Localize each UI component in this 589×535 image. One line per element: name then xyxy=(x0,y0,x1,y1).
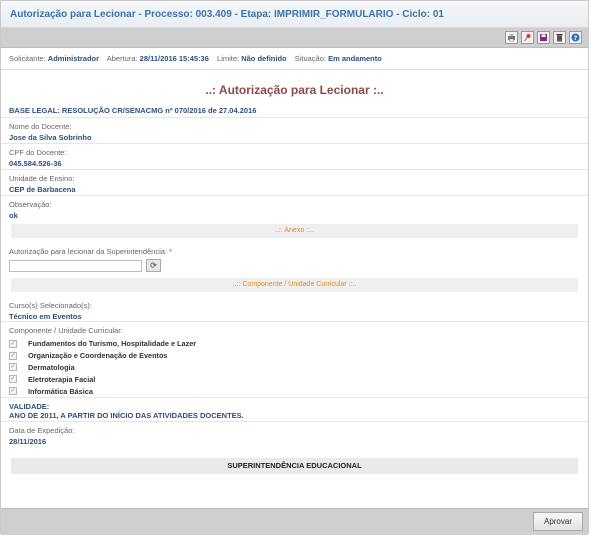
docente-value: Jose da Silva Sobrinho xyxy=(9,133,92,142)
situacao-value: Em andamento xyxy=(328,54,382,63)
list-item: ✓ Eletroterapia Facial xyxy=(9,374,96,384)
unidade-label: Unidade de Ensino: xyxy=(9,174,75,183)
window-title: Autorização para Lecionar - Processo: 00… xyxy=(10,9,444,20)
printer-icon[interactable] xyxy=(505,31,518,44)
observacao-value: ok xyxy=(9,211,18,220)
trash-icon[interactable] xyxy=(553,31,566,44)
checkbox[interactable]: ✓ xyxy=(9,387,17,396)
componente-list-label: Componente / Unidade Curricular: xyxy=(9,326,123,335)
anexo-section-header: ..:: Anexo ::.. xyxy=(11,224,578,238)
svg-text:?: ? xyxy=(574,35,578,42)
cpf-row: CPF do Docente: 045.584.526-36 xyxy=(1,144,588,170)
expedicao-row: Data de Expedição: 28/11/2016 xyxy=(1,422,588,458)
validade-title: VALIDADE: xyxy=(9,402,50,411)
docente-label: Nome do Docente: xyxy=(9,122,72,131)
title-bar: Autorização para Lecionar - Processo: 00… xyxy=(1,1,588,28)
attach-file-button[interactable]: ⟳ xyxy=(146,259,161,272)
process-info-bar: Solicitante: Administrador Abertura: 28/… xyxy=(1,48,588,70)
help-icon[interactable]: ? xyxy=(569,31,582,44)
abertura-value: 28/11/2016 15:45:36 xyxy=(139,54,209,63)
solicitante-label: Solicitante: xyxy=(9,54,46,63)
cursos-row: Curso(s) Selecionado(s): Técnico em Even… xyxy=(1,297,588,322)
expedicao-value: 28/11/2016 xyxy=(9,437,47,446)
unidade-value: CEP de Barbacena xyxy=(9,185,76,194)
expedicao-label: Data de Expedição: xyxy=(9,426,75,435)
abertura-label: Abertura: xyxy=(106,54,138,63)
limite-label: Limite: xyxy=(217,54,240,63)
componente-list-row: Componente / Unidade Curricular: ✓ Fundam… xyxy=(1,322,588,398)
superintendencia-box: SUPERINTENDÊNCIA EDUCACIONAL xyxy=(11,458,578,474)
base-legal: BASE LEGAL: RESOLUÇÃO CR/SENACMG nº 070/… xyxy=(9,106,257,115)
cpf-value: 045.584.526-36 xyxy=(9,159,62,168)
toolbar: ? xyxy=(1,28,588,48)
validade-row: VALIDADE: ANO DE 2011, A PARTIR DO INÍCI… xyxy=(1,398,588,422)
list-item: ✓ Organização e Coordenação de Eventos xyxy=(9,351,168,361)
footer-bar: Aprovar xyxy=(1,508,588,535)
anexo-row: Autorização para lecionar da Superintend… xyxy=(1,243,588,275)
save-icon[interactable] xyxy=(537,31,550,44)
cursos-label: Curso(s) Selecionado(s): xyxy=(9,301,92,310)
anexo-label: Autorização para lecionar da Superintend… xyxy=(9,247,173,256)
approve-button[interactable]: Aprovar xyxy=(533,512,583,531)
list-item: ✓ Informática Básica xyxy=(9,386,93,396)
unidade-row: Unidade de Ensino: CEP de Barbacena xyxy=(1,170,588,196)
list-item: ✓ Fundamentos do Turismo, Hospitalidade e… xyxy=(9,339,197,349)
docente-row: Nome do Docente: Jose da Silva Sobrinho xyxy=(1,118,588,144)
componente-section-header: ..:: Componente / Unidade Curricular ::.… xyxy=(11,278,578,292)
solicitante-value: Administrador xyxy=(47,54,100,63)
observacao-label: Observação: xyxy=(9,200,52,209)
checkbox[interactable]: ✓ xyxy=(9,351,17,360)
base-legal-row: BASE LEGAL: RESOLUÇÃO CR/SENACMG nº 070/… xyxy=(1,101,588,118)
checkbox[interactable]: ✓ xyxy=(9,375,17,384)
limite-value: Não definido xyxy=(241,54,287,63)
list-item: ✓ Dermatologia xyxy=(9,362,75,372)
window: Autorização para Lecionar - Processo: 00… xyxy=(0,0,589,535)
cursos-value: Técnico em Eventos xyxy=(9,312,82,321)
validade-text: ANO DE 2011, A PARTIR DO INÍCIO DAS ATIV… xyxy=(9,411,244,420)
observacao-row: Observação: ok xyxy=(1,196,588,222)
page-title: ..: Autorização para Lecionar :.. xyxy=(205,83,384,97)
checkbox[interactable]: ✓ xyxy=(9,363,17,372)
checkbox[interactable]: ✓ xyxy=(9,339,17,348)
anexo-file-input[interactable] xyxy=(9,259,142,272)
cpf-label: CPF do Docente: xyxy=(9,148,67,157)
attach-icon: ⟳ xyxy=(150,261,157,270)
situacao-label: Situação: xyxy=(294,54,326,63)
pin-icon[interactable] xyxy=(521,31,534,44)
